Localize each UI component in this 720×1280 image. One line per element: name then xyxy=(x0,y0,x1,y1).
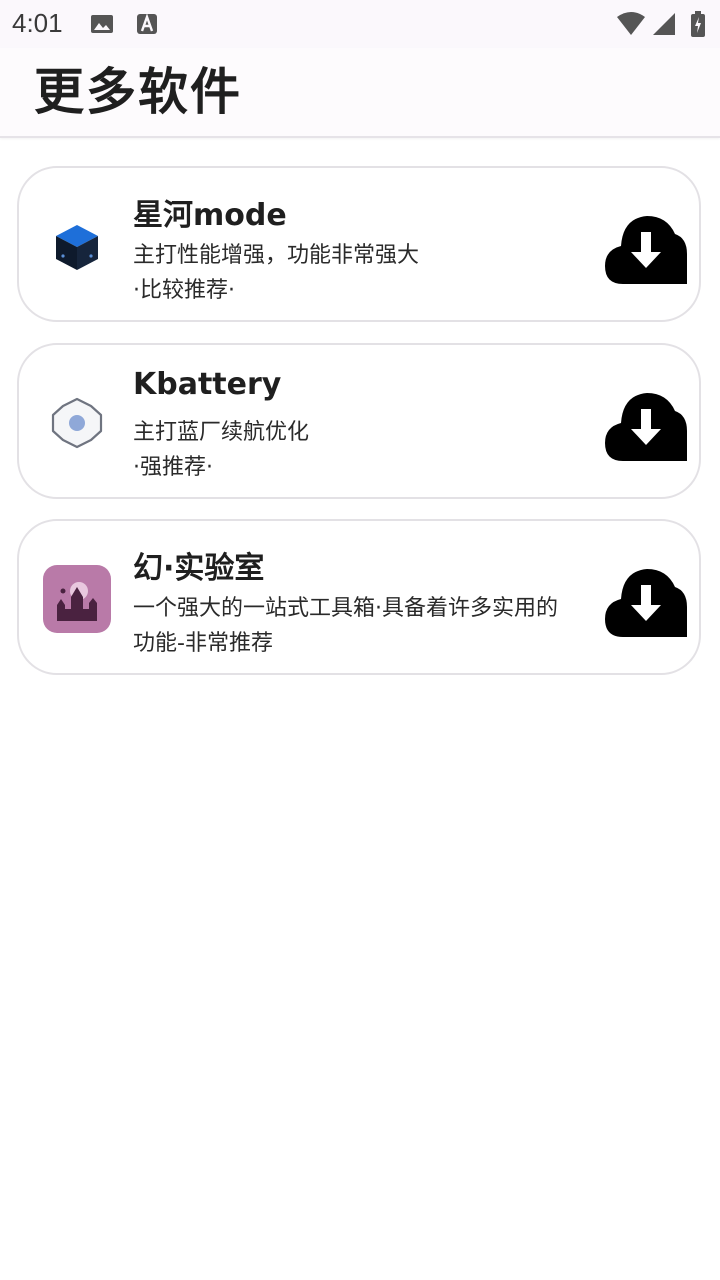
app-card[interactable]: Kbattery 主打蓝厂续航优化 ·强推荐· xyxy=(17,343,701,499)
status-bar: 4:01 xyxy=(0,0,720,48)
image-notification-icon xyxy=(90,12,114,40)
app-card[interactable]: 星河mode 主打性能增强，功能非常强大 ·比较推荐· xyxy=(17,166,701,322)
battery-icon xyxy=(690,11,706,41)
app-name: Kbattery xyxy=(133,367,282,402)
castle-icon xyxy=(43,565,111,633)
gear-icon xyxy=(43,389,111,457)
status-time: 4:01 xyxy=(12,8,63,38)
wifi-icon xyxy=(616,12,646,40)
app-name: 幻·实验室 xyxy=(133,551,265,586)
cloud-download-icon[interactable] xyxy=(605,204,687,286)
app-name: 星河mode xyxy=(133,198,287,233)
cellular-signal-icon xyxy=(652,12,676,40)
app-description: 主打蓝厂续航优化 ·强推荐· xyxy=(133,420,310,480)
app-notification-icon xyxy=(135,12,159,40)
app-description: 主打性能增强，功能非常强大 ·比较推荐· xyxy=(133,243,420,303)
cloud-download-icon[interactable] xyxy=(605,381,687,463)
cloud-download-icon[interactable] xyxy=(605,557,687,639)
page-title: 更多软件 xyxy=(34,63,242,121)
app-description: 一个强大的一站式工具箱·具备着许多实用的 功能-非常推荐 xyxy=(133,596,558,656)
blue-cube-icon xyxy=(43,212,111,280)
app-card[interactable]: 幻·实验室 一个强大的一站式工具箱·具备着许多实用的 功能-非常推荐 xyxy=(17,519,701,675)
app-bar: 更多软件 xyxy=(0,48,720,138)
